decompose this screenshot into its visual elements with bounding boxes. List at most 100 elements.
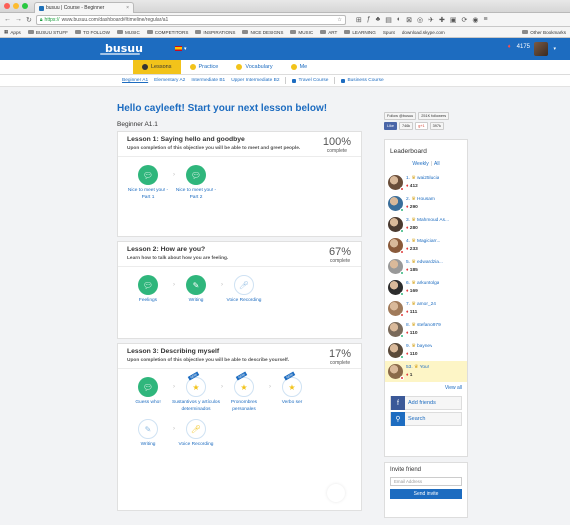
activity-item[interactable]: 💬︎ Nice to meet you! - Part 1 › <box>124 165 175 201</box>
extension-icon[interactable]: ⊠ <box>406 16 412 24</box>
tab-me[interactable]: Me <box>282 60 317 74</box>
activity-item[interactable]: ✎ Writing › <box>172 275 223 304</box>
email-field[interactable]: Email Address <box>390 477 462 486</box>
extension-icon[interactable]: ⟳ <box>461 16 467 24</box>
bookmark-star-icon[interactable]: ☆ <box>337 17 341 23</box>
evernote-extension-icon[interactable]: ♣ <box>376 16 381 24</box>
filter-weekly[interactable]: Weekly <box>412 161 428 167</box>
bookmark-folder[interactable]: BUSUU STUFF <box>27 30 68 35</box>
activity-item[interactable]: 🎤︎ Voice Recording <box>220 275 268 304</box>
leaderboard-row[interactable]: 1. ♛ wai25lucia ♦ 412 <box>385 172 467 193</box>
search-button[interactable]: ⚲ Search <box>390 412 462 426</box>
leader-name[interactable]: 2. ♛ Housam <box>406 196 435 203</box>
bookmark-apps[interactable]: ▦ Apps <box>4 29 21 35</box>
maximize-window-button[interactable] <box>22 3 28 9</box>
level-link-a2[interactable]: Elementary A2 <box>154 78 185 83</box>
extension-icon[interactable]: ⊞ <box>356 16 362 24</box>
leader-name[interactable]: 8. ♛ stefano979 <box>406 322 441 329</box>
facebook-like-button[interactable]: Like <box>384 122 397 130</box>
activity-item[interactable]: NEW ★ Sustantivos y artículos determinado… <box>172 371 223 413</box>
bookmark-folder[interactable]: TO FOLLOW <box>74 30 110 35</box>
bookmark-folder[interactable]: MUSIC <box>116 30 140 35</box>
leader-name[interactable]: 3. ♛ Mahmoud As... <box>406 217 449 224</box>
chrome-menu-icon[interactable]: ≡ <box>483 16 487 24</box>
bookmark-folder[interactable]: ART <box>320 30 337 35</box>
leader-name[interactable]: 4. ♛ Magiciarr... <box>406 238 440 245</box>
leaderboard-row[interactable]: 5. ♛ edwardzia... ♦ 185 <box>385 256 467 277</box>
bookmark-folder[interactable]: INSPIRATIONS <box>195 30 235 35</box>
extension-icon[interactable]: ◎ <box>417 16 423 24</box>
other-bookmarks[interactable]: Other Bookmarks <box>522 30 566 35</box>
bookmark-folder[interactable]: COMPETITORS <box>146 30 188 35</box>
address-bar[interactable]: 🔒︎ https://www.busuu.com/dashboard#/time… <box>35 14 346 25</box>
leaderboard-row[interactable]: 4. ♛ Magiciarr... ♦ 233 <box>385 235 467 256</box>
bookmark-folder[interactable]: NICE DESIGNS <box>242 30 283 35</box>
close-tab-icon[interactable]: × <box>126 5 129 11</box>
travel-course-link[interactable]: Travel Course <box>292 78 328 83</box>
bookmark-folder[interactable]: MUSIC <box>290 30 313 35</box>
leaderboard-row-you[interactable]: 53. ♛ You! ♦ 1 <box>385 361 467 382</box>
activity-item[interactable]: 💬︎ Nice to meet you! - Part 2 <box>172 165 220 201</box>
view-all-link[interactable]: View all <box>385 382 467 394</box>
ruby-icon: ♦ <box>406 183 409 189</box>
leader-name[interactable]: 1. ♛ wai25lucia <box>406 175 439 182</box>
extension-icon[interactable]: ◐ <box>397 16 401 24</box>
activity-item[interactable]: NEW ★ Pronombres personales › <box>220 371 271 413</box>
extension-icon[interactable]: ◉ <box>472 16 478 24</box>
back-arrow-icon[interactable]: ← <box>4 16 11 23</box>
activity-item[interactable]: 💬︎ Guess who! › <box>124 377 175 413</box>
chevron-down-icon[interactable]: ▾ <box>184 46 187 52</box>
business-course-link[interactable]: Business Course <box>341 78 383 83</box>
leaderboard-row[interactable]: 2. ♛ Housam ♦ 290 <box>385 193 467 214</box>
minimize-window-button[interactable] <box>13 3 19 9</box>
leader-name[interactable]: 6. ♛ arkuntolga <box>406 280 439 287</box>
leader-name[interactable]: 7. ♛ amor_24 <box>406 301 436 308</box>
close-window-button[interactable] <box>4 3 10 9</box>
leaderboard-row[interactable]: 8. ♛ stefano979 ♦ 110 <box>385 319 467 340</box>
send-invite-button[interactable]: Send invite <box>390 489 462 499</box>
level-link-b1[interactable]: Intermediate B1 <box>191 78 225 83</box>
font-extension-icon[interactable]: ƒ <box>367 16 371 24</box>
facebook-icon: f <box>391 396 405 410</box>
extension-icon[interactable]: ✚ <box>439 16 445 24</box>
reload-icon[interactable]: ↻ <box>26 16 32 24</box>
scroll-down-button[interactable] <box>327 484 345 502</box>
divider <box>285 77 287 84</box>
level-link-a1[interactable]: Beginner A1 <box>122 78 148 83</box>
activity-item[interactable]: 🎤︎ Voice Recording <box>172 419 220 448</box>
leader-name[interactable]: 9. ♛ baynev <box>406 343 432 350</box>
user-avatar[interactable] <box>534 42 548 56</box>
chevron-down-icon[interactable]: ▾ <box>553 46 556 52</box>
activity-label: Writing <box>188 298 204 304</box>
leaderboard-row[interactable]: 3. ♛ Mahmoud As... ♦ 280 <box>385 214 467 235</box>
leaderboard-row[interactable]: 9. ♛ baynev ♦ 110 <box>385 340 467 361</box>
tab-lessons[interactable]: Lessons <box>133 60 181 74</box>
twitter-follow-button[interactable]: Follow @busuu <box>384 112 417 120</box>
activity-item[interactable]: NEW ★ Verbo ser <box>268 371 316 413</box>
leaderboard-row[interactable]: 7. ♛ amor_24 ♦ 111 <box>385 298 467 319</box>
forward-arrow-icon[interactable]: → <box>15 16 22 23</box>
activity-item[interactable]: 💬︎ Feelings › <box>124 275 175 304</box>
progress-label: complete <box>329 360 351 366</box>
bookmark-link[interactable]: Spunt <box>383 30 395 35</box>
add-friends-button[interactable]: f Add friends <box>390 396 462 410</box>
extension-icon[interactable]: ▤ <box>385 16 392 24</box>
tab-practice[interactable]: Practice <box>181 60 228 74</box>
bookmark-folder[interactable]: LEARNING <box>344 30 376 35</box>
extension-icon[interactable]: ▣ <box>450 16 457 24</box>
leaderboard-row[interactable]: 6. ♛ arkuntolga ♦ 169 <box>385 277 467 298</box>
leader-info: 2. ♛ Housam ♦ 290 <box>406 196 435 210</box>
extension-icon[interactable]: ✈ <box>428 16 434 24</box>
google-plus-button[interactable]: g+1 <box>415 122 428 130</box>
level-link-b2[interactable]: Upper Intermediate B2 <box>231 78 279 83</box>
tab-vocabulary[interactable]: Vocabulary <box>227 60 281 74</box>
activity-item[interactable]: ✎ Writing › <box>124 419 175 448</box>
leader-name[interactable]: 5. ♛ edwardzia... <box>406 259 443 266</box>
lesson-title: Lesson 2: How are you? <box>127 246 206 253</box>
leader-name[interactable]: 53. ♛ You! <box>406 364 429 371</box>
bookmark-link[interactable]: download.skype.com <box>402 30 445 35</box>
filter-all[interactable]: All <box>434 161 440 167</box>
spanish-flag-icon[interactable] <box>175 46 182 51</box>
browser-tab[interactable]: busuu | Course - Beginner × <box>34 2 134 13</box>
folder-icon <box>242 30 249 34</box>
